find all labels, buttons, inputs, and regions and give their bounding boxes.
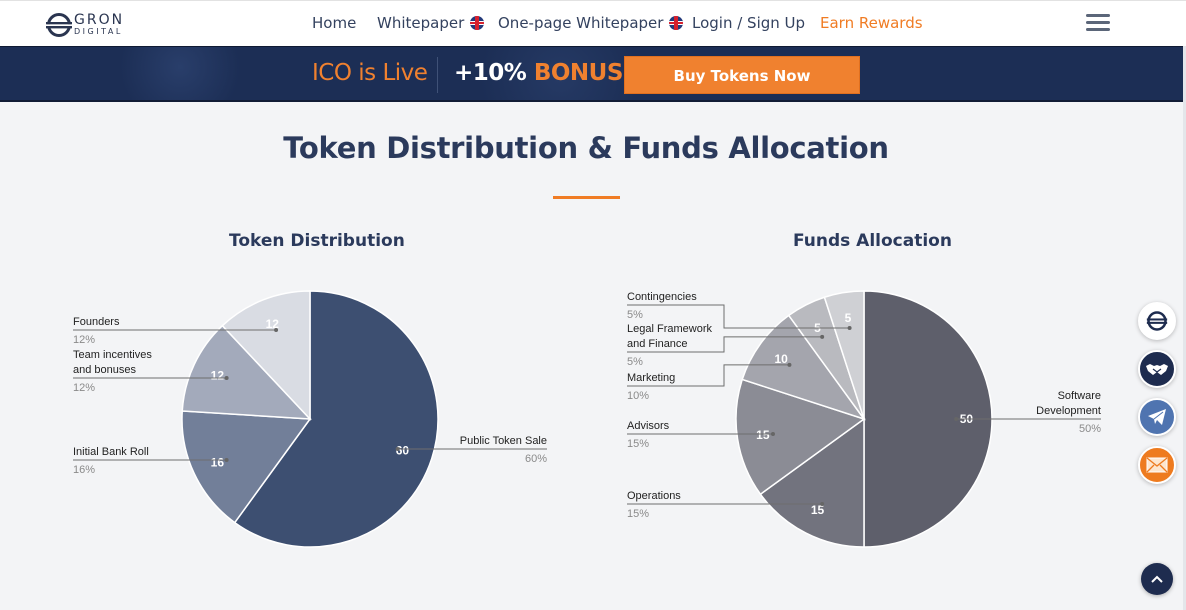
leader-dot: [847, 325, 852, 330]
slice-percent-label: 5%: [627, 356, 643, 368]
partners-button[interactable]: [1138, 350, 1176, 388]
slice-percent-label: 12%: [73, 334, 95, 346]
leader-dot: [224, 458, 229, 462]
slice-percent-label: 50%: [1079, 423, 1101, 435]
telegram-icon: [1148, 409, 1166, 425]
leader-dot: [820, 334, 825, 339]
slice-category-label: Contingencies: [627, 291, 697, 303]
slice-category-label: and Finance: [627, 338, 688, 350]
slice-value-label: 12: [211, 368, 225, 382]
slice-percent-label: 10%: [627, 390, 649, 402]
slice-percent-label: 12%: [73, 382, 95, 394]
slice-value-label: 16: [211, 456, 225, 470]
slice-category-label: Marketing: [627, 372, 675, 384]
slice-category-label: Software: [1058, 390, 1101, 402]
leader-dot: [274, 328, 279, 332]
slice-value-label: 10: [774, 352, 788, 366]
handshake-icon: [1146, 364, 1168, 375]
slice-category-label: Initial Bank Roll: [73, 446, 149, 458]
email-button[interactable]: [1138, 446, 1176, 484]
slice-value-label: 5: [845, 311, 852, 325]
pie-charts: 60Public Token Sale60%16Initial Bank Rol…: [73, 290, 1101, 548]
side-social-icons: [1138, 302, 1178, 494]
slice-percent-label: 16%: [73, 464, 95, 476]
gron-link-button[interactable]: [1138, 302, 1176, 340]
slice-category-label: Founders: [73, 316, 120, 328]
scroll-to-top-button[interactable]: [1141, 563, 1173, 595]
leader-dot: [787, 362, 792, 367]
slice-value-label: 15: [756, 428, 770, 442]
slice-percent-label: 60%: [525, 453, 547, 465]
slice-percent-label: 15%: [627, 438, 649, 450]
slice-category-label: Team incentives: [73, 349, 152, 361]
slice-category-label: Development: [1036, 405, 1101, 417]
slice-percent-label: 5%: [627, 309, 643, 321]
gron-logo-icon: [1146, 311, 1168, 331]
leader-dot: [954, 417, 959, 421]
leader-dot: [395, 447, 400, 451]
slice-category-label: Legal Framework: [627, 323, 712, 335]
leader-dot: [770, 432, 775, 436]
slice-category-label: Operations: [627, 490, 681, 502]
slice-category-label: and bonuses: [73, 364, 136, 376]
chevron-up-icon: [1151, 575, 1163, 583]
slice-category-label: Advisors: [627, 420, 670, 432]
slice-percent-label: 15%: [627, 508, 649, 520]
slice-category-label: Public Token Sale: [460, 435, 547, 447]
leader-dot: [224, 376, 229, 380]
leader-dot: [820, 502, 825, 506]
email-icon: [1146, 457, 1168, 473]
telegram-button[interactable]: [1138, 398, 1176, 436]
